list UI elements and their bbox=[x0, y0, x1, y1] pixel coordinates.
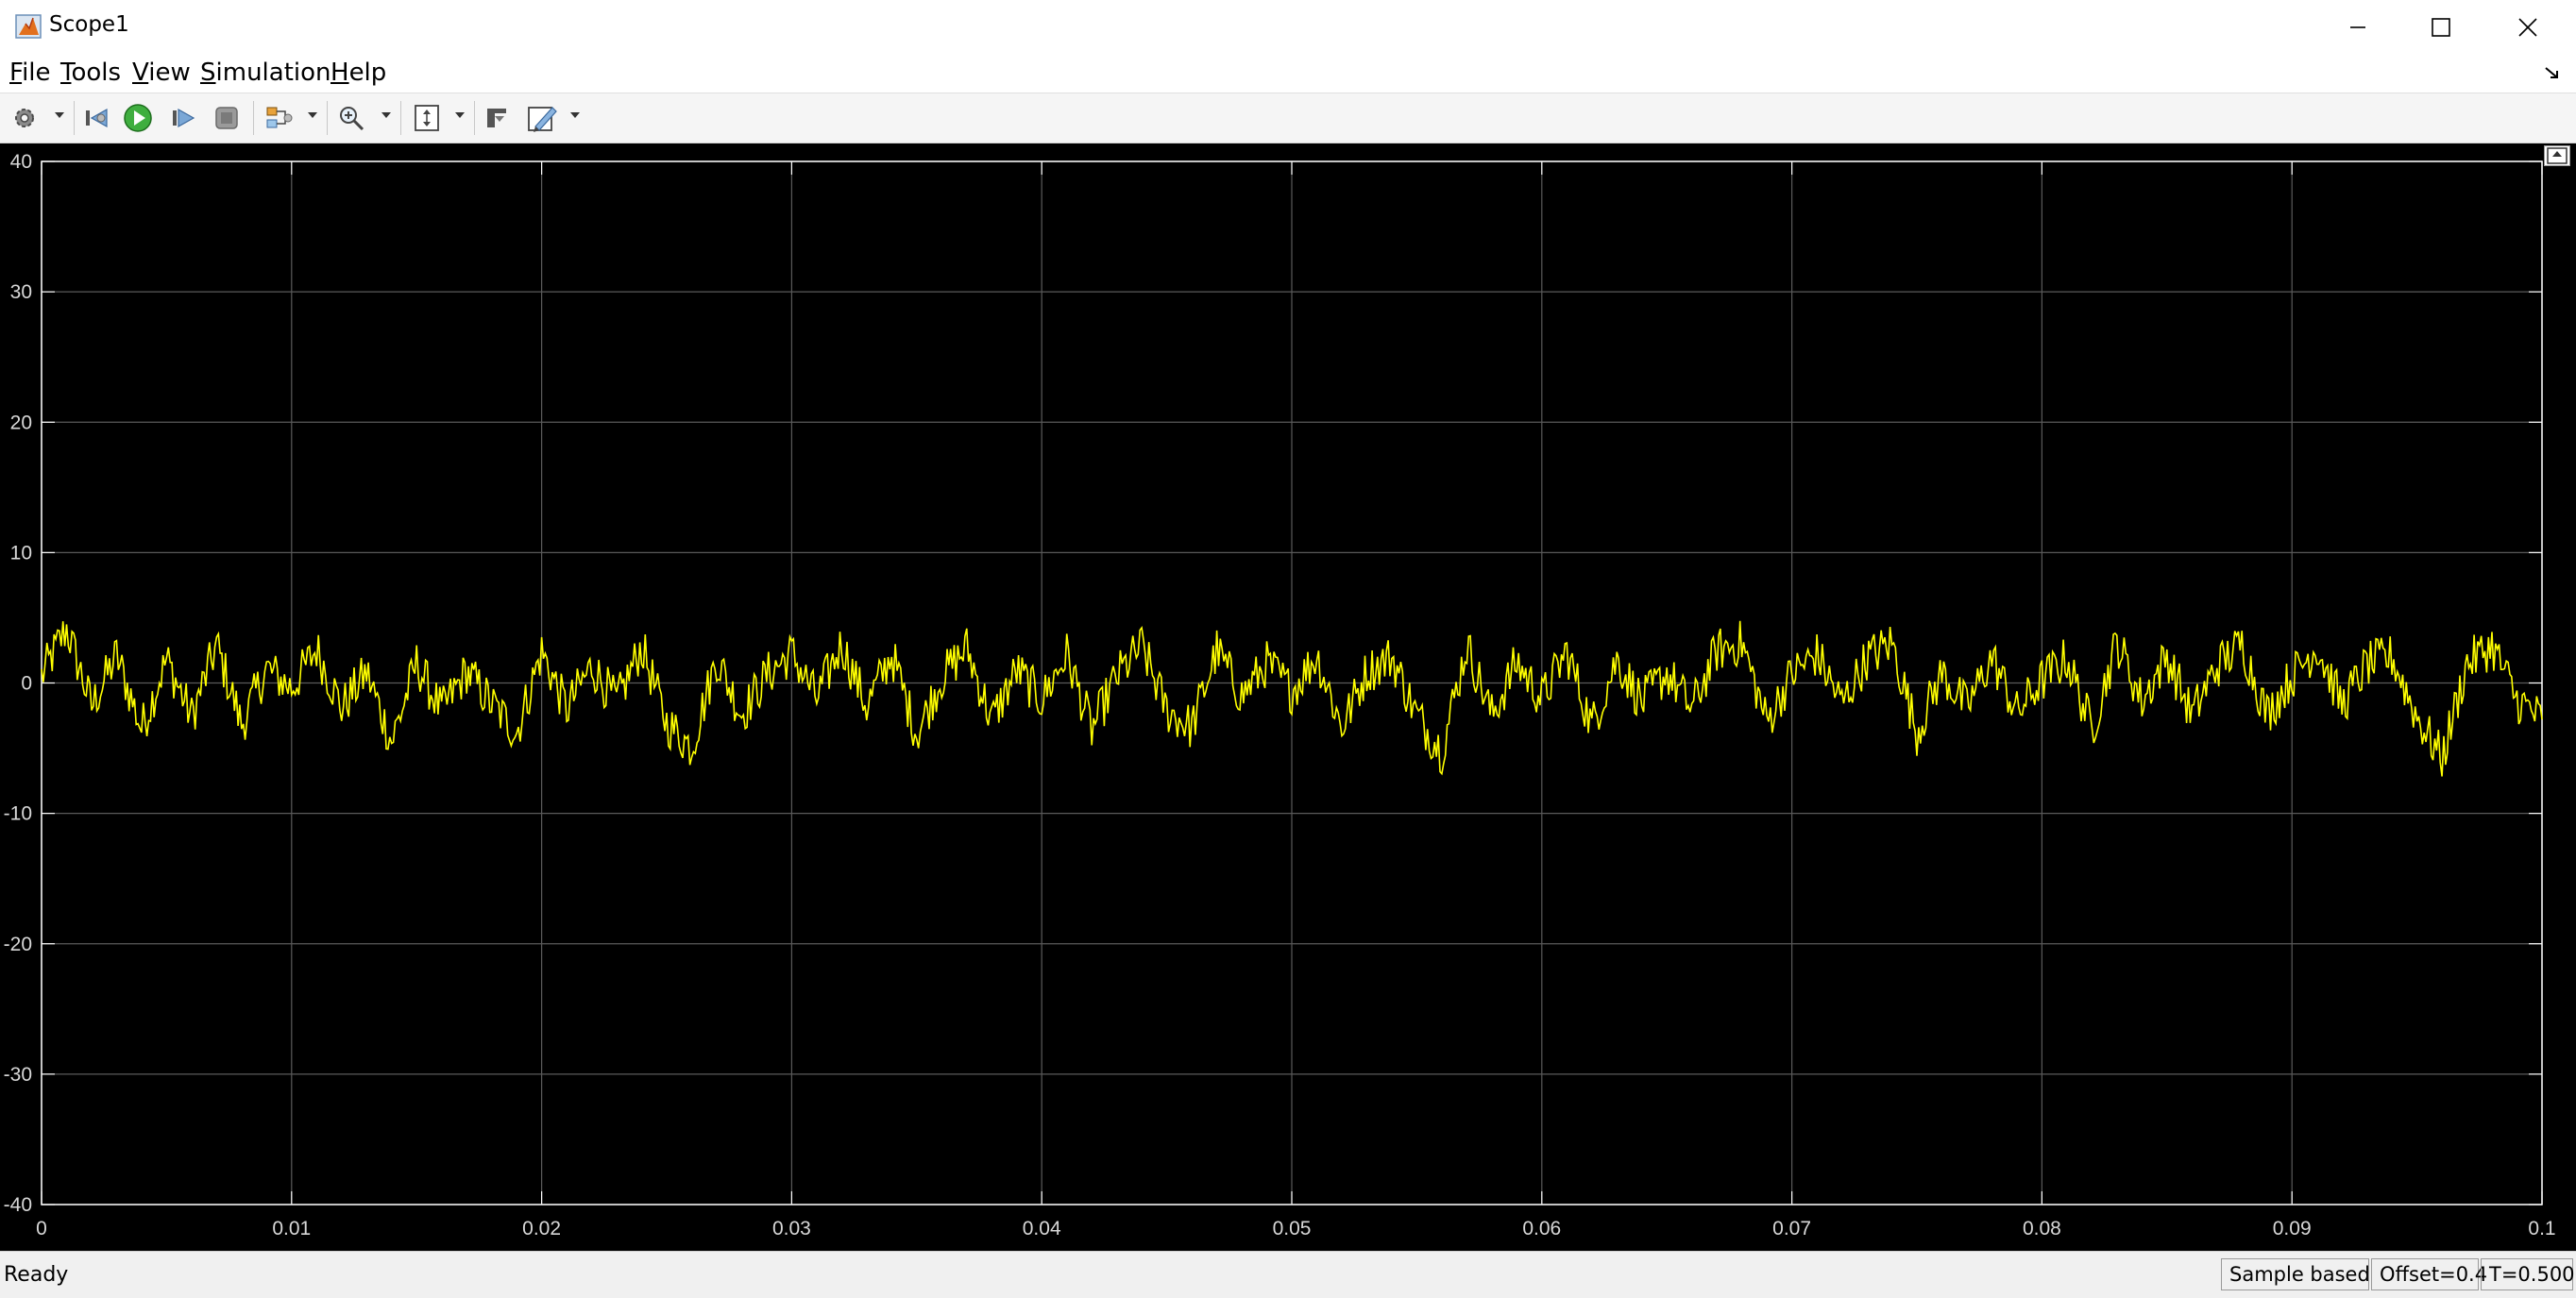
x-tick-label: 0.04 bbox=[1023, 1218, 1061, 1239]
minimize-icon bbox=[2350, 26, 2365, 28]
status-time: T=0.500 bbox=[2481, 1258, 2575, 1290]
run-button[interactable] bbox=[121, 101, 155, 135]
x-tick-label: 0.05 bbox=[1273, 1218, 1312, 1239]
signal-tools-button[interactable] bbox=[263, 101, 297, 135]
status-ready-text: Ready bbox=[4, 1263, 69, 1287]
title-bar: Scope1 bbox=[0, 0, 2576, 55]
style-edit-icon bbox=[528, 107, 557, 132]
run-icon bbox=[124, 104, 152, 132]
zoom-button[interactable] bbox=[334, 101, 368, 135]
step-back-button[interactable] bbox=[79, 101, 113, 135]
toolbar-separator bbox=[74, 101, 75, 135]
scale-axes-dropdown-arrow-icon[interactable] bbox=[455, 112, 465, 118]
matlab-app-icon bbox=[15, 14, 42, 39]
scope-plot[interactable]: 0 0.01 0.02 0.03 0.04 0.05 0.06 0.07 0.08 0.09 0.1… bbox=[0, 143, 2576, 1251]
style-edit-button[interactable] bbox=[525, 101, 559, 135]
x-tick-label: 0.02 bbox=[522, 1218, 561, 1239]
status-sample-mode: Sample based bbox=[2221, 1258, 2370, 1290]
menu-bar: File Tools View Simulation Help bbox=[0, 55, 2576, 93]
scale-axes-button[interactable] bbox=[410, 101, 444, 135]
x-tick-label: 0.06 bbox=[1522, 1218, 1561, 1239]
toolbar-separator bbox=[327, 101, 328, 135]
y-tick-label: 30 bbox=[10, 281, 32, 303]
undock-arrow-icon[interactable] bbox=[2542, 62, 2563, 83]
settings-dropdown-arrow-icon[interactable] bbox=[55, 112, 64, 118]
toolbar-separator bbox=[253, 101, 254, 135]
step-back-icon bbox=[86, 108, 108, 128]
y-tick-label: -30 bbox=[4, 1064, 32, 1086]
x-tick-label: 0.09 bbox=[2273, 1218, 2312, 1239]
restore-layout-icon bbox=[2547, 147, 2568, 164]
highlight-block-button[interactable] bbox=[480, 101, 514, 135]
x-tick-label: 0.07 bbox=[1772, 1218, 1811, 1239]
scope-window: Scope1 File Tools View Simulation Help 0… bbox=[0, 0, 2576, 1298]
step-forward-button[interactable] bbox=[166, 101, 200, 135]
x-tick-label: 0 bbox=[36, 1218, 47, 1239]
y-tick-label: 20 bbox=[10, 412, 32, 433]
settings-button[interactable] bbox=[8, 101, 42, 135]
toolbar-separator bbox=[400, 101, 401, 135]
signal-tools-icon bbox=[266, 107, 293, 128]
maximize-icon bbox=[2432, 18, 2450, 37]
scope-plot-area: 0 0.01 0.02 0.03 0.04 0.05 0.06 0.07 0.08 0.09 0.1… bbox=[0, 143, 2576, 1251]
x-tick-label: 0.08 bbox=[2023, 1218, 2061, 1239]
window-title: Scope1 bbox=[49, 12, 129, 37]
menu-file[interactable]: File bbox=[9, 59, 51, 87]
restore-layout-button[interactable] bbox=[2544, 145, 2570, 166]
toolbar-separator bbox=[474, 101, 475, 135]
close-icon bbox=[2518, 18, 2537, 37]
x-tick-label: 0.1 bbox=[2528, 1218, 2555, 1239]
minimize-button[interactable] bbox=[2315, 0, 2400, 55]
toolbar bbox=[0, 93, 2576, 143]
step-forward-icon bbox=[173, 108, 195, 128]
stop-icon bbox=[215, 107, 238, 129]
highlight-block-icon bbox=[487, 109, 506, 127]
y-tick-label: -10 bbox=[4, 803, 32, 825]
x-tick-label: 0.03 bbox=[772, 1218, 811, 1239]
settings-gear-icon bbox=[15, 109, 34, 127]
scale-axes-icon bbox=[415, 105, 439, 131]
style-dropdown-arrow-icon[interactable] bbox=[570, 112, 580, 118]
zoom-icon bbox=[340, 107, 364, 131]
menu-view[interactable]: View bbox=[132, 59, 191, 87]
status-offset: Offset=0.4 bbox=[2371, 1258, 2487, 1290]
y-tick-label: -40 bbox=[4, 1194, 32, 1216]
signal-tools-dropdown-arrow-icon[interactable] bbox=[308, 112, 317, 118]
menu-help[interactable]: Help bbox=[330, 59, 386, 87]
x-tick-label: 0.01 bbox=[272, 1218, 311, 1239]
y-tick-label: -20 bbox=[4, 934, 32, 955]
menu-tools[interactable]: Tools bbox=[60, 59, 121, 87]
zoom-dropdown-arrow-icon[interactable] bbox=[381, 112, 391, 118]
y-tick-label: 10 bbox=[10, 542, 32, 564]
menu-simulation[interactable]: Simulation bbox=[200, 59, 331, 87]
close-button[interactable] bbox=[2485, 0, 2570, 55]
y-tick-label: 40 bbox=[10, 151, 32, 173]
y-tick-label: 0 bbox=[21, 673, 32, 695]
status-bar: Ready Sample based Offset=0.4 T=0.500 bbox=[0, 1251, 2576, 1298]
stop-button[interactable] bbox=[210, 101, 244, 135]
maximize-button[interactable] bbox=[2398, 0, 2483, 55]
